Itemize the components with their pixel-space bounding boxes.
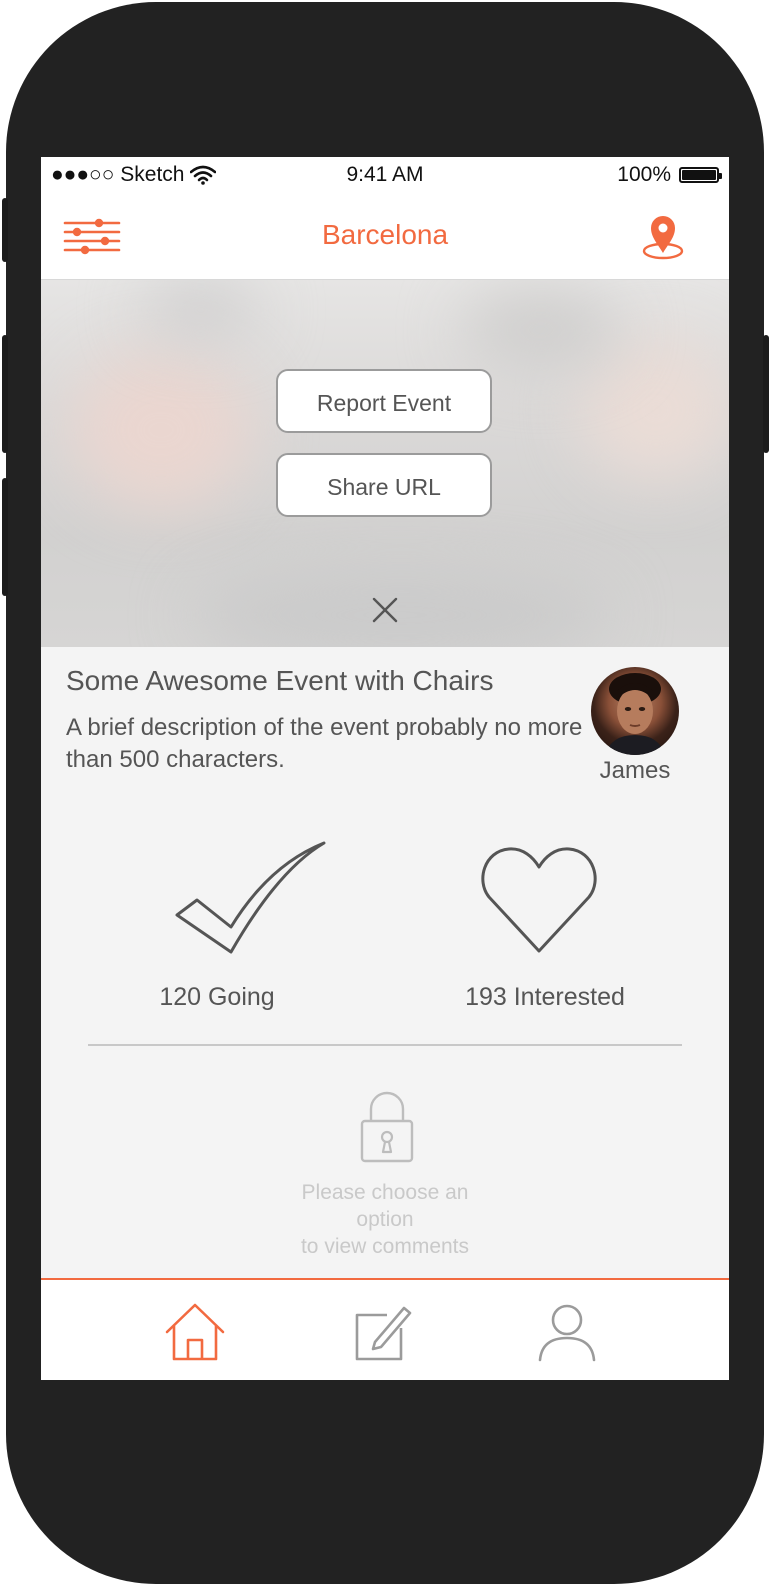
- volume-down-button: [2, 478, 8, 596]
- blurred-image-area: [141, 280, 261, 340]
- page-title: Barcelona: [321, 219, 449, 250]
- mute-switch: [2, 198, 8, 262]
- compose-icon[interactable]: [349, 1302, 413, 1362]
- avatar[interactable]: [591, 667, 679, 755]
- locked-message-line: option: [356, 1208, 414, 1231]
- locked-comments-message: Please choose an option to view comments: [235, 1179, 535, 1260]
- event-description: A brief description of the event probabl…: [66, 714, 583, 773]
- report-event-button[interactable]: Report Event: [276, 369, 492, 433]
- tab-bar: [41, 1278, 729, 1380]
- volume-up-button: [2, 335, 8, 453]
- event-title: Some Awesome Event with Chairs: [66, 665, 494, 696]
- status-bar: ●●●○○ Sketch 9:41 AM 100%: [41, 157, 729, 193]
- blurred-image-area: [71, 350, 251, 510]
- host-name: James: [599, 757, 671, 784]
- close-icon[interactable]: [367, 592, 403, 628]
- profile-icon[interactable]: [535, 1302, 599, 1362]
- locked-message-line: Please choose an: [301, 1181, 469, 1204]
- home-icon[interactable]: [163, 1302, 227, 1362]
- divider: [88, 1044, 682, 1046]
- blurred-image-area: [461, 290, 621, 370]
- event-image-overlay: Report Event Share URL: [41, 280, 729, 647]
- heart-icon[interactable]: [480, 845, 598, 955]
- power-button: [763, 335, 769, 453]
- avatar-image: [605, 673, 665, 755]
- lock-icon: [360, 1091, 414, 1163]
- navigation-bar: Barcelona: [41, 193, 729, 280]
- checkmark-icon[interactable]: [174, 840, 326, 956]
- map-pin-icon[interactable]: [639, 213, 687, 261]
- blurred-image-area: [581, 340, 729, 480]
- app-screen: ●●●○○ Sketch 9:41 AM 100% Barcelona Repo…: [41, 157, 729, 1380]
- share-url-button[interactable]: Share URL: [276, 453, 492, 517]
- battery-icon: [679, 167, 722, 183]
- going-count-label: 120 Going: [159, 983, 275, 1011]
- battery-percent: 100%: [617, 163, 671, 186]
- interested-count-label: 193 Interested: [465, 983, 625, 1011]
- locked-message-line: to view comments: [300, 1235, 470, 1258]
